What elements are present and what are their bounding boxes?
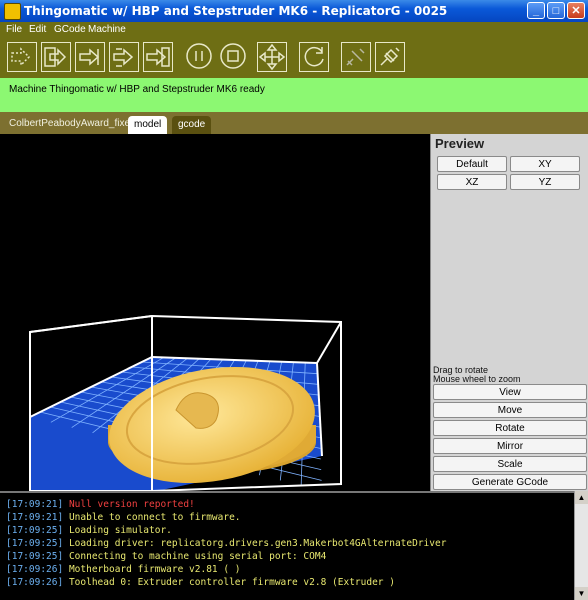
scroll-down-arrow-icon[interactable]: ▼	[575, 587, 588, 600]
console-scrollbar[interactable]: ▲ ▼	[574, 491, 588, 600]
scroll-up-arrow-icon[interactable]: ▲	[575, 491, 588, 504]
disconnect-icon	[346, 48, 365, 66]
mirror-button[interactable]: Mirror	[433, 438, 587, 454]
upload-icon	[79, 48, 100, 66]
minimize-button[interactable]: _	[527, 2, 545, 19]
reset-icon	[304, 46, 324, 67]
menu-file[interactable]: File	[6, 24, 22, 35]
menu-gcode[interactable]: GCode	[54, 24, 86, 35]
preview-title: Preview	[435, 136, 485, 151]
reset-button[interactable]	[299, 42, 329, 72]
build-volume-scene	[29, 314, 342, 492]
upload-button[interactable]	[75, 42, 105, 72]
log-line: [17:09:26] Toolhead 0: Extruder controll…	[6, 577, 395, 588]
status-text: Machine Thingomatic w/ HBP and Stepstrud…	[9, 84, 265, 95]
menu-bar: File Edit GCode Machine	[0, 22, 588, 38]
build-icon	[11, 47, 31, 67]
log-line: [17:09:26] Motherboard firmware v2.81 ( …	[6, 564, 241, 575]
log-line: [17:09:25] Loading driver: replicatorg.d…	[6, 538, 447, 549]
console-log[interactable]: [17:09:21] Null version reported! [17:09…	[0, 491, 574, 600]
simulate-icon	[113, 48, 134, 67]
generate-gcode-button[interactable]: Generate GCode	[433, 474, 587, 490]
log-line: [17:09:21] Null version reported!	[6, 499, 195, 510]
file-name: ColbertPeabodyAward_fixed	[9, 118, 136, 129]
view-button[interactable]: View	[433, 384, 587, 400]
log-line: [17:09:25] Loading simulator.	[6, 525, 172, 536]
pause-icon	[186, 43, 212, 69]
build-to-file-icon	[44, 47, 67, 67]
control-panel-button[interactable]	[257, 42, 287, 72]
view-yz-button[interactable]: YZ	[510, 174, 580, 190]
disconnect-button[interactable]	[341, 42, 371, 72]
view-xy-button[interactable]: XY	[510, 156, 580, 172]
window-title: Thingomatic w/ HBP and Stepstruder MK6 -…	[24, 4, 448, 18]
stop-icon	[220, 43, 246, 69]
move-button[interactable]: Move	[433, 402, 587, 418]
model-viewport[interactable]	[0, 134, 430, 492]
build-from-file-button[interactable]	[143, 42, 173, 72]
view-xz-button[interactable]: XZ	[437, 174, 507, 190]
pause-button[interactable]	[185, 42, 215, 72]
connect-icon	[380, 47, 400, 66]
log-line: [17:09:25] Connecting to machine using s…	[6, 551, 327, 562]
menu-edit[interactable]: Edit	[29, 24, 46, 35]
log-line: [17:09:21] Unable to connect to firmware…	[6, 512, 241, 523]
preview-panel: Preview Default XY XZ YZ Drag to rotate …	[430, 134, 588, 491]
toolbar	[0, 38, 588, 78]
zoom-hint: Mouse wheel to zoom	[433, 374, 521, 384]
build-to-file-button[interactable]	[41, 42, 71, 72]
rotate-button[interactable]: Rotate	[433, 420, 587, 436]
menu-machine[interactable]: Machine	[88, 24, 126, 35]
scale-button[interactable]: Scale	[433, 456, 587, 472]
title-bar: Thingomatic w/ HBP and Stepstruder MK6 -…	[0, 0, 588, 22]
build-from-file-icon	[146, 47, 170, 67]
control-panel-icon	[258, 43, 286, 71]
tab-gcode[interactable]: gcode	[172, 116, 212, 134]
build-button[interactable]	[7, 42, 37, 72]
stop-button[interactable]	[219, 42, 249, 72]
maximize-button[interactable]: □	[547, 2, 565, 19]
tab-model[interactable]: model	[128, 116, 168, 134]
view-default-button[interactable]: Default	[437, 156, 507, 172]
tab-row: ColbertPeabodyAward_fixed model gcode	[0, 112, 588, 134]
simulate-button[interactable]	[109, 42, 139, 72]
app-icon	[4, 3, 21, 20]
connect-button[interactable]	[375, 42, 405, 72]
status-bar: Machine Thingomatic w/ HBP and Stepstrud…	[0, 78, 588, 112]
close-button[interactable]: ✕	[567, 2, 585, 19]
